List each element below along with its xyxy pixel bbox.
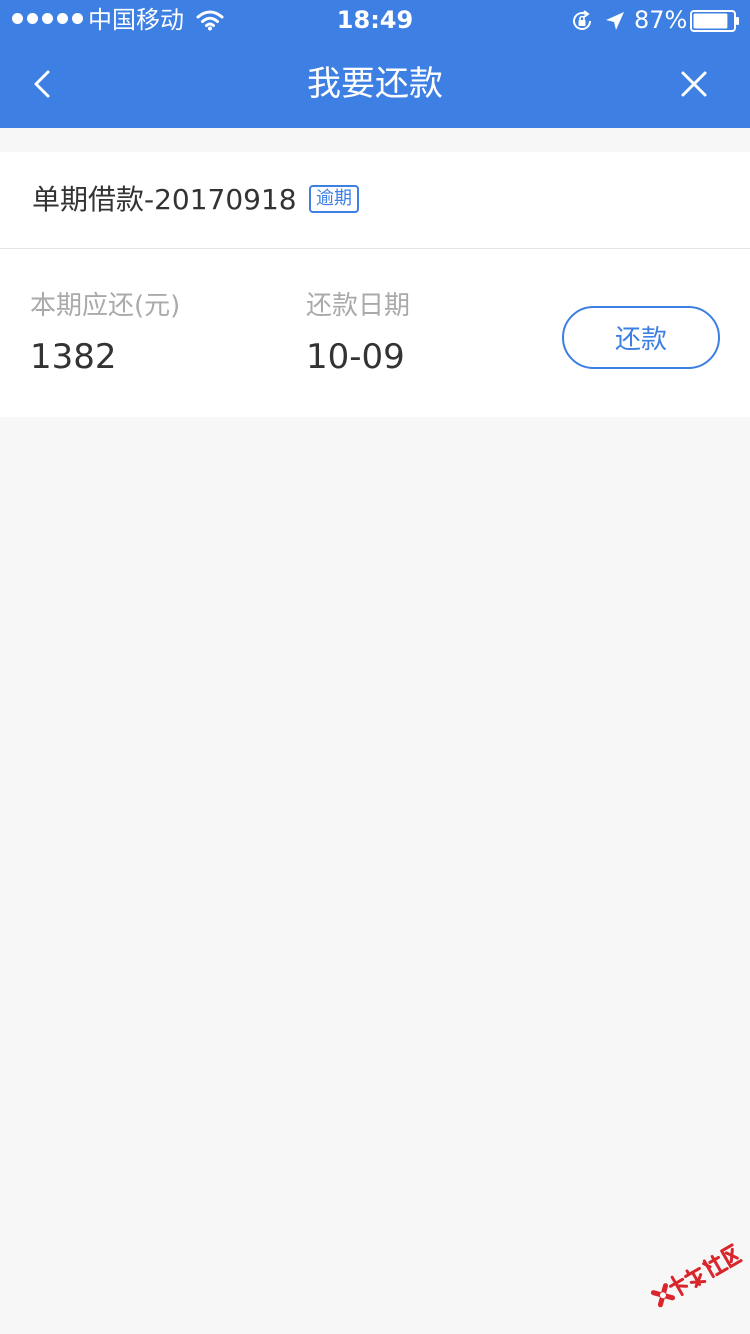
status-bar: 中国移动 18:49 87%: [0, 0, 750, 40]
loan-title-row: 单期借款-20170918 逾期: [0, 152, 750, 249]
loan-card: 单期借款-20170918 逾期 本期应还(元) 1382 还款日期 10-09…: [0, 152, 750, 417]
close-button[interactable]: [672, 62, 716, 106]
repayment-date-label: 还款日期: [306, 291, 411, 321]
back-button[interactable]: [20, 62, 64, 106]
repay-button[interactable]: 还款: [562, 306, 720, 369]
chevron-left-icon: [34, 70, 50, 98]
loan-detail-row: 本期应还(元) 1382 还款日期 10-09 还款: [0, 249, 750, 417]
close-icon: [681, 71, 707, 97]
battery-percent: 87%: [634, 6, 688, 34]
rotation-lock-icon: [573, 10, 592, 30]
header: 中国移动 18:49 87% 我要还款: [0, 0, 750, 128]
nav-bar: 我要还款: [0, 40, 750, 128]
page-title: 我要还款: [307, 64, 443, 104]
kanong-logo: [650, 1243, 743, 1308]
repayment-date-value: 10-09: [306, 337, 405, 377]
overdue-badge: 逾期: [309, 185, 359, 213]
amount-due-label: 本期应还(元): [30, 291, 181, 321]
watermark-text-glyphs: [668, 1243, 743, 1297]
amount-due-value: 1382: [30, 337, 117, 377]
location-arrow-icon: [606, 12, 624, 30]
kanong-logo-mark: [650, 1283, 676, 1308]
battery-icon: [690, 10, 739, 32]
loan-name: 单期借款-20170918: [32, 183, 297, 216]
